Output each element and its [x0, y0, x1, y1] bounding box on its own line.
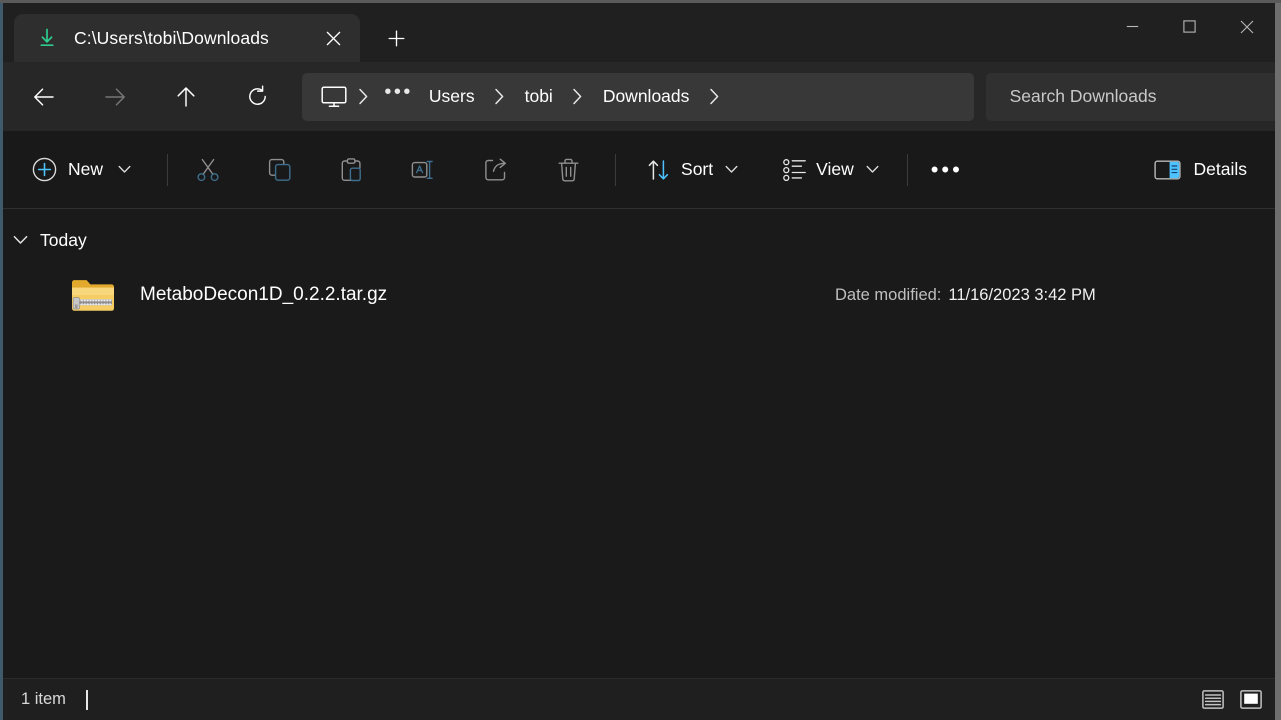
sort-icon: [646, 158, 672, 182]
zipped-folder-icon: [70, 275, 116, 315]
minimize-icon: [1126, 25, 1139, 28]
maximize-icon: [1183, 20, 1196, 33]
tab-downloads[interactable]: C:\Users\tobi\Downloads: [14, 14, 360, 62]
window-controls: [1104, 3, 1275, 50]
details-view-button[interactable]: [1197, 687, 1229, 713]
file-date-modified: Date modified: 11/16/2023 3:42 PM: [835, 286, 1096, 305]
plus-icon: [388, 30, 404, 46]
address-bar[interactable]: ••• Users tobi Downloads: [302, 72, 974, 121]
window-left-accent-border: [0, 0, 3, 720]
arrow-up-icon: [177, 86, 195, 107]
status-divider: [85, 689, 88, 710]
large-icons-view-button[interactable]: [1235, 687, 1267, 713]
view-label: View: [816, 159, 854, 179]
close-icon: [1240, 20, 1253, 33]
download-icon: [36, 27, 58, 49]
new-tab-button[interactable]: [374, 16, 418, 60]
maximize-button[interactable]: [1161, 3, 1218, 50]
ellipsis-icon: •••: [930, 156, 963, 182]
new-button[interactable]: New: [28, 148, 143, 192]
group-label: Today: [40, 229, 87, 250]
search-box[interactable]: [985, 72, 1281, 121]
file-explorer-window: C:\Users\tobi\Downloads ••• Users tobi D…: [0, 0, 1281, 720]
breadcrumb-chevron-icon[interactable]: [485, 81, 515, 113]
date-modified-label: Date modified:: [835, 285, 942, 304]
file-list-item[interactable]: MetaboDecon1D_0.2.2.tar.gz Date modified…: [0, 267, 1281, 323]
view-button[interactable]: View: [774, 148, 891, 192]
toolbar-divider: [906, 153, 908, 186]
breadcrumb-overflow-button[interactable]: •••: [378, 81, 419, 112]
file-name: MetaboDecon1D_0.2.2.tar.gz: [140, 284, 388, 305]
title-bar: C:\Users\tobi\Downloads: [0, 0, 1281, 62]
share-button: [471, 148, 521, 192]
command-bar: New Sort View ••• Details: [0, 131, 1281, 209]
breadcrumb-chevron-icon[interactable]: [699, 81, 729, 113]
this-pc-monitor-icon[interactable]: [320, 85, 348, 109]
copy-icon: [268, 158, 291, 181]
delete-button: [543, 148, 593, 192]
view-list-icon: [782, 158, 807, 181]
details-view-icon: [1202, 690, 1224, 709]
rename-icon: [411, 160, 433, 179]
window-right-border: [1275, 0, 1281, 720]
tab-strip: C:\Users\tobi\Downloads: [0, 0, 418, 62]
toolbar-divider: [615, 153, 617, 186]
date-modified-value: 11/16/2023 3:42 PM: [948, 285, 1096, 304]
breadcrumb-chevron-icon[interactable]: [563, 81, 593, 113]
rename-button: [399, 148, 449, 192]
status-bar: 1 item: [0, 678, 1281, 720]
group-header-today[interactable]: Today: [0, 223, 1281, 257]
copy-button: [255, 148, 305, 192]
arrow-left-icon: [33, 87, 54, 106]
close-window-button[interactable]: [1218, 3, 1275, 50]
paste-button: [327, 148, 377, 192]
details-pane-button[interactable]: Details: [1142, 148, 1260, 192]
minimize-button[interactable]: [1104, 3, 1161, 50]
search-input[interactable]: [1009, 86, 1281, 107]
breadcrumb-tobi[interactable]: tobi: [515, 80, 563, 113]
delete-icon: [558, 158, 579, 182]
up-button[interactable]: [167, 77, 206, 117]
breadcrumb-downloads[interactable]: Downloads: [593, 80, 700, 113]
chevron-down-icon: [725, 165, 738, 174]
share-icon: [485, 158, 507, 180]
paste-icon: [341, 157, 361, 181]
tab-title: C:\Users\tobi\Downloads: [74, 27, 269, 48]
refresh-icon: [249, 85, 267, 105]
cut-button: [183, 148, 233, 192]
navigation-bar: ••• Users tobi Downloads: [0, 62, 1281, 131]
view-toggle-group: [1197, 687, 1267, 713]
sort-button[interactable]: Sort: [638, 148, 750, 192]
arrow-right-icon: [105, 87, 125, 106]
back-button[interactable]: [24, 77, 63, 117]
forward-button: [95, 77, 134, 117]
cut-icon: [197, 158, 219, 181]
large-icons-view-icon: [1240, 690, 1262, 709]
chevron-down-icon: [866, 165, 879, 174]
breadcrumb-chevron-icon[interactable]: [348, 81, 378, 113]
chevron-down-icon[interactable]: [118, 165, 131, 174]
refresh-button[interactable]: [238, 77, 277, 117]
toolbar-divider: [167, 153, 169, 186]
sort-label: Sort: [681, 159, 714, 179]
close-icon[interactable]: [316, 21, 350, 55]
plus-circle-icon: [32, 157, 57, 182]
details-pane-icon: [1153, 159, 1181, 181]
window-top-border: [0, 0, 1281, 3]
breadcrumb-users[interactable]: Users: [419, 80, 485, 113]
item-count: 1 item: [21, 690, 66, 708]
more-options-button[interactable]: •••: [922, 148, 972, 192]
details-label: Details: [1193, 159, 1248, 179]
file-list-area[interactable]: Today MetaboDecon1D_0.2.2.tar.gz Date mo…: [0, 209, 1281, 678]
new-button-label: New: [68, 159, 104, 179]
chevron-down-icon[interactable]: [13, 235, 28, 245]
